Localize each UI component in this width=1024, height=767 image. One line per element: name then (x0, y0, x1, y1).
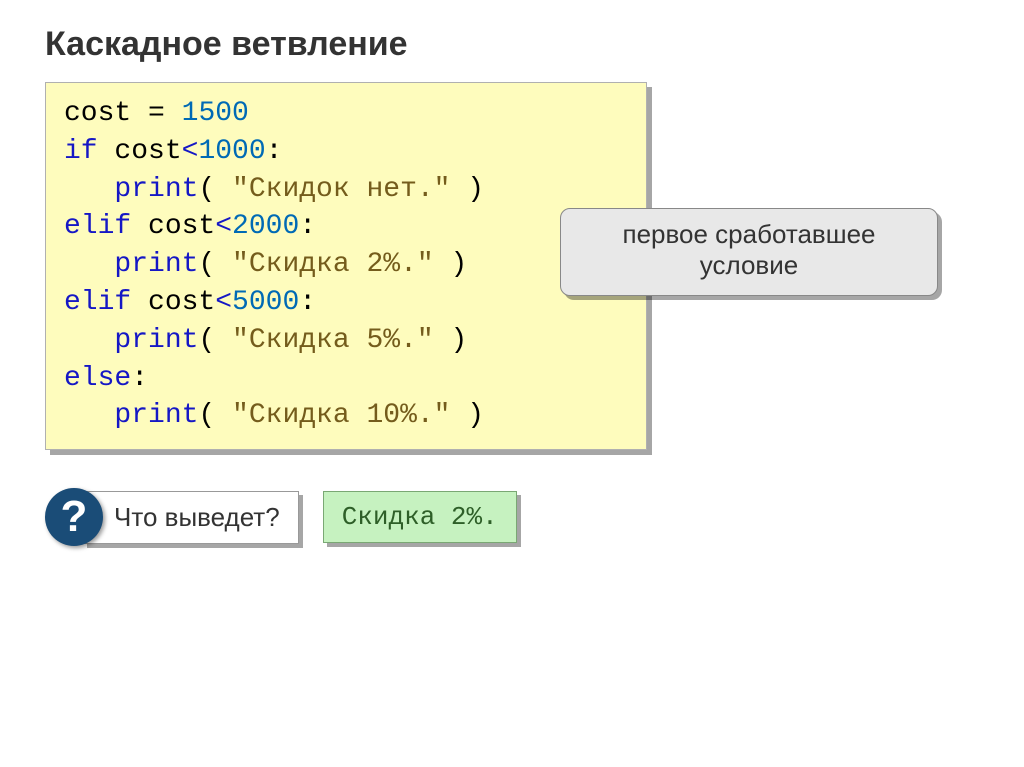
operator: < (215, 287, 232, 318)
keyword-print: print (64, 400, 198, 431)
paren: ) (450, 249, 467, 280)
code-line-9: print( "Скидка 10%." ) (64, 397, 628, 435)
operator: < (182, 136, 199, 167)
token: : (266, 136, 283, 167)
keyword-if: if (64, 136, 98, 167)
keyword-elif: elif (64, 211, 131, 242)
number: 1000 (198, 136, 265, 167)
keyword-elif: elif (64, 287, 131, 318)
token: = (148, 98, 165, 129)
keyword-print: print (64, 249, 198, 280)
code-line-7: print( "Скидка 5%." ) (64, 322, 628, 360)
code-line-4: elif cost<2000: (64, 208, 628, 246)
paren: ) (467, 174, 484, 205)
slide-title: Каскадное ветвление (45, 25, 979, 64)
string: "Скидка 5%." (215, 325, 450, 356)
keyword-else: else (64, 363, 131, 394)
footer-row: ? Что выведет? Скидка 2%. (45, 488, 979, 546)
paren: ( (198, 249, 215, 280)
keyword-print: print (64, 325, 198, 356)
string: "Скидок нет." (215, 174, 467, 205)
token (165, 98, 182, 129)
paren: ( (198, 174, 215, 205)
code-block: cost = 1500 if cost<1000: print( "Скидок… (45, 82, 647, 450)
callout-line1: первое сработавшее (622, 219, 875, 249)
paren: ) (450, 325, 467, 356)
question-text-box: Что выведет? (83, 491, 299, 544)
string: "Скидка 2%." (215, 249, 450, 280)
code-line-3: print( "Скидок нет." ) (64, 171, 628, 209)
keyword-print: print (64, 174, 198, 205)
paren: ( (198, 400, 215, 431)
paren: ) (467, 400, 484, 431)
token: : (131, 363, 148, 394)
answer-box: Скидка 2%. (323, 491, 517, 543)
question-mark-icon: ? (45, 488, 103, 546)
token: cost (131, 211, 215, 242)
token: cost (98, 136, 182, 167)
code-line-8: else: (64, 360, 628, 398)
code-line-2: if cost<1000: (64, 133, 628, 171)
token: : (299, 211, 316, 242)
string: "Скидка 10%." (215, 400, 467, 431)
token: 1500 (182, 98, 249, 129)
code-line-6: elif cost<5000: (64, 284, 628, 322)
token: cost (64, 98, 148, 129)
number: 5000 (232, 287, 299, 318)
token: : (299, 287, 316, 318)
code-line-1: cost = 1500 (64, 95, 628, 133)
paren: ( (198, 325, 215, 356)
callout-box: первое сработавшее условие (560, 208, 938, 296)
question-wrap: ? Что выведет? (45, 488, 299, 546)
number: 2000 (232, 211, 299, 242)
operator: < (215, 211, 232, 242)
callout-line2: условие (579, 250, 919, 281)
token: cost (131, 287, 215, 318)
code-line-5: print( "Скидка 2%." ) (64, 246, 628, 284)
